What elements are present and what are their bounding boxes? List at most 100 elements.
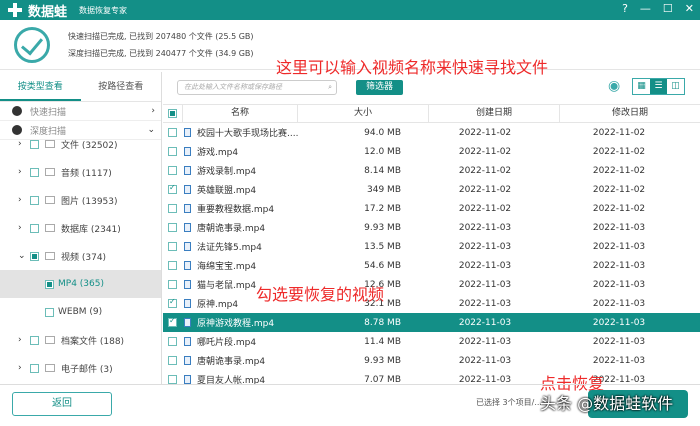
row-checkbox[interactable] — [168, 128, 177, 137]
list-view-icon[interactable]: ☰ — [650, 79, 667, 94]
chevron-right-icon[interactable]: › — [18, 140, 30, 149]
chevron-right-icon: › — [151, 106, 155, 116]
file-size: 94.0 MB — [364, 127, 401, 138]
row-checkbox[interactable] — [168, 356, 177, 365]
row-checkbox[interactable] — [168, 280, 177, 289]
chevron-right-icon[interactable]: › — [18, 335, 30, 345]
created-date: 2022-11-03 — [458, 336, 512, 347]
close-icon[interactable]: ✕ — [685, 2, 694, 15]
table-row[interactable]: 重要教程数据.mp4 17.2 MB 2022-11-02 2022-11-02 — [163, 199, 700, 218]
table-row[interactable]: 原神.mp432.1 MB2022-11-032022-11-03 — [163, 294, 700, 313]
check-circle-icon — [12, 106, 22, 116]
tab-by-path[interactable]: 按路径查看 — [81, 72, 162, 101]
annotation-search: 这里可以输入视频名称来快速寻找文件 — [276, 58, 549, 77]
tree-checkbox[interactable] — [30, 140, 39, 149]
logo-cross-icon — [8, 3, 22, 17]
tree-item[interactable]: › 音频 (1117) — [0, 158, 161, 186]
tree-item-label: 文件 (32502) — [61, 140, 118, 151]
tree-checkbox[interactable] — [30, 223, 39, 233]
file-size: 349 MB — [367, 184, 401, 195]
row-checkbox[interactable] — [168, 261, 177, 270]
tree-checkbox[interactable] — [30, 363, 39, 373]
col-name[interactable]: 名称 — [183, 104, 298, 123]
chevron-right-icon[interactable]: › — [18, 223, 30, 233]
file-size: 9.93 MB — [364, 222, 401, 233]
tree-checkbox[interactable] — [30, 195, 39, 205]
deep-scan-row[interactable]: 深度扫描 ⌄ — [0, 121, 161, 140]
row-checkbox[interactable] — [168, 297, 177, 308]
complete-check-icon — [14, 27, 50, 63]
table-row[interactable]: 游戏录制.mp4 8.14 MB 2022-11-02 2022-11-02 — [163, 161, 700, 180]
chevron-down-icon: ⌄ — [147, 125, 155, 135]
tree-item[interactable]: ⌄ 视频 (374) — [0, 242, 161, 270]
search-input[interactable]: 在此处输入文件名称或保存路径 ⌕ — [177, 80, 337, 95]
select-all-checkbox[interactable] — [163, 104, 183, 123]
tree-item[interactable]: › 电子邮件 (3) — [0, 354, 161, 382]
file-name: 唐朝诡事录.mp4 — [197, 224, 266, 234]
filter-button[interactable]: 筛选器 — [356, 80, 403, 95]
chevron-right-icon[interactable]: › — [18, 363, 30, 373]
file-size: 12.0 MB — [364, 146, 401, 157]
row-checkbox[interactable] — [168, 223, 177, 232]
tree-checkbox[interactable] — [30, 251, 39, 261]
table-row[interactable]: 游戏.mp4 12.0 MB 2022-11-02 2022-11-02 — [163, 142, 700, 161]
title-bar: 数据蛙 数据恢复专家 ? — ☐ ✕ — [0, 0, 700, 20]
tree-item[interactable]: › 文件 (32502) — [0, 140, 161, 158]
tree-checkbox[interactable] — [45, 307, 54, 317]
video-file-icon — [184, 261, 191, 270]
chevron-right-icon[interactable]: › — [18, 195, 30, 205]
table-row[interactable]: 英雄联盟.mp4 349 MB 2022-11-02 2022-11-02 — [163, 180, 700, 199]
detail-view-icon[interactable]: ◫ — [667, 79, 684, 94]
type-tree: › 文件 (32502) › 音频 (1117) › 图片 (13953) › 数据库 (23… — [0, 140, 161, 384]
table-row[interactable]: 唐朝诡事录.mp4 9.93 MB 2022-11-03 2022-11-03 — [163, 351, 700, 370]
row-checkbox[interactable] — [168, 166, 177, 175]
row-checkbox[interactable] — [168, 204, 177, 213]
col-size[interactable]: 大小 — [298, 104, 429, 123]
chevron-right-icon[interactable]: › — [18, 167, 30, 177]
video-file-icon — [184, 223, 191, 232]
tree-item[interactable]: › 图片 (13953) — [0, 186, 161, 214]
grid-view-icon[interactable]: ▦ — [633, 79, 650, 94]
minimize-icon[interactable]: — — [640, 2, 651, 15]
tree-checkbox[interactable] — [45, 279, 54, 289]
row-checkbox[interactable] — [168, 316, 177, 327]
table-row[interactable]: 唐朝诡事录.mp4 9.93 MB 2022-11-03 2022-11-03 — [163, 218, 700, 237]
table-row[interactable]: 海绵宝宝.mp4 54.6 MB 2022-11-03 2022-11-03 — [163, 256, 700, 275]
tree-item[interactable]: › 数据库 (2341) — [0, 214, 161, 242]
quick-scan-row[interactable]: 快速扫描 › — [0, 102, 161, 121]
tree-item-label: 视频 (374) — [61, 252, 107, 263]
selection-info: 已选择 3个项目/... — [476, 398, 542, 407]
modified-date: 2022-11-03 — [592, 222, 646, 233]
tree-checkbox[interactable] — [30, 167, 39, 177]
chevron-down-icon[interactable]: ⌄ — [18, 251, 30, 261]
col-created[interactable]: 创建日期 — [429, 104, 560, 123]
left-panel: 按类型查看 按路径查看 快速扫描 › 深度扫描 ⌄ › 文件 (32502) › 音频 (… — [0, 72, 162, 384]
table-row[interactable]: 法证先锋5.mp4 13.5 MB 2022-11-03 2022-11-03 — [163, 237, 700, 256]
tree-item[interactable]: › 档案文件 (188) — [0, 326, 161, 354]
back-button[interactable]: 返回 — [12, 392, 112, 416]
modified-date: 2022-11-03 — [592, 317, 646, 328]
row-checkbox[interactable] — [168, 242, 177, 251]
created-date: 2022-11-03 — [458, 241, 512, 252]
col-modified[interactable]: 修改日期 — [560, 104, 700, 123]
tree-checkbox[interactable] — [30, 335, 39, 345]
table-row[interactable]: 校园十大歌手现场比赛.... 94.0 MB 2022-11-02 2022-11-0… — [163, 123, 700, 142]
row-checkbox[interactable] — [168, 375, 177, 384]
tree-item[interactable]: WEBM (9) — [0, 298, 161, 326]
tab-by-type[interactable]: 按类型查看 — [0, 72, 81, 101]
table-row[interactable]: 哪吒片段.mp4 11.4 MB 2022-11-03 2022-11-03 — [163, 332, 700, 351]
quick-scan-status: 快速扫描已完成, 已找到 207480 个文件 (25.5 GB) — [68, 32, 254, 41]
table-row[interactable]: 猫与老鼠.mp4 12.6 MB 2022-11-03 2022-11-03 — [163, 275, 700, 294]
table-row[interactable]: 原神游戏教程.mp4 8.78 MB 2022-11-03 2022-11-03 — [163, 313, 700, 332]
annotation-select: 勾选要恢复的视频 — [256, 285, 385, 304]
category-icon — [45, 168, 55, 176]
file-size: 7.07 MB — [364, 374, 401, 385]
row-checkbox[interactable] — [168, 183, 177, 194]
maximize-icon[interactable]: ☐ — [663, 2, 673, 15]
row-checkbox[interactable] — [168, 147, 177, 156]
row-checkbox[interactable] — [168, 337, 177, 346]
tree-item[interactable]: MP4 (365) — [0, 270, 161, 298]
eye-icon[interactable]: ◉ — [608, 78, 620, 94]
created-date: 2022-11-03 — [458, 279, 512, 290]
help-icon[interactable]: ? — [622, 2, 628, 15]
